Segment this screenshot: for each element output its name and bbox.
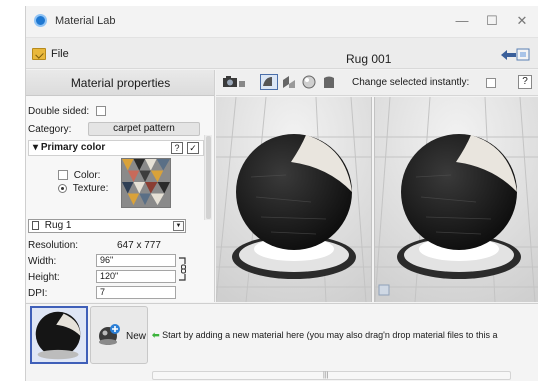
material-thumbnail-rug-001[interactable] bbox=[30, 306, 88, 364]
material-lab-icon bbox=[34, 14, 47, 27]
hint-text: Start by adding a new material here (you… bbox=[162, 330, 498, 340]
material-properties-panel: Material properties Double sided: Catego… bbox=[26, 70, 215, 302]
primary-color-title: ▾ Primary color bbox=[33, 142, 106, 153]
sphere-icon[interactable] bbox=[302, 75, 316, 89]
material-library-bar: New ⬅ Start by adding a new material her… bbox=[26, 303, 538, 381]
width-label: Width: bbox=[28, 256, 57, 267]
arrow-left-icon: ⬅ bbox=[152, 330, 160, 340]
resolution-label: Resolution: bbox=[28, 240, 79, 251]
link-chain-icon[interactable] bbox=[178, 256, 188, 282]
category-button[interactable]: carpet pattern bbox=[88, 122, 200, 136]
category-label: Category: bbox=[28, 124, 72, 135]
color-option-row[interactable]: Color: bbox=[58, 170, 100, 181]
light-icon[interactable] bbox=[322, 75, 336, 89]
window-title: Material Lab bbox=[55, 15, 116, 27]
folder-open-icon bbox=[32, 48, 46, 60]
primary-color-help-button[interactable]: ? bbox=[171, 142, 183, 154]
render-viewport-right[interactable] bbox=[375, 97, 538, 302]
document-title: Rug 001 bbox=[346, 52, 392, 66]
camera-icon[interactable] bbox=[222, 75, 246, 89]
double-sided-checkbox[interactable] bbox=[95, 106, 106, 117]
chevron-down-icon[interactable]: ▼ bbox=[173, 221, 184, 231]
material-properties-header: Material properties bbox=[26, 70, 214, 96]
texture-radio[interactable] bbox=[58, 183, 67, 193]
height-field[interactable]: 120" bbox=[96, 270, 176, 283]
render-help-button[interactable]: ? bbox=[518, 75, 532, 89]
primary-color-apply-button[interactable]: ✓ bbox=[187, 142, 199, 154]
new-material-icon bbox=[99, 324, 120, 345]
wall-icon[interactable] bbox=[282, 75, 296, 89]
file-menu[interactable]: File bbox=[32, 46, 69, 62]
texture-option-row[interactable]: Texture: bbox=[58, 183, 108, 194]
texture-doc-icon bbox=[32, 220, 39, 230]
double-sided-row: Double sided: bbox=[28, 106, 106, 117]
color-option-label: Color: bbox=[73, 170, 101, 181]
double-sided-label: Double sided: bbox=[28, 106, 90, 117]
close-button[interactable]: ✕ bbox=[511, 12, 533, 30]
width-field[interactable]: 96" bbox=[96, 254, 176, 267]
library-scrollbar-grip[interactable]: ||| bbox=[323, 372, 328, 379]
render-viewport-left[interactable] bbox=[216, 97, 371, 302]
change-instantly-label: Change selected instantly: bbox=[352, 77, 470, 88]
change-instantly-checkbox[interactable] bbox=[486, 78, 496, 88]
new-material-button[interactable]: New bbox=[90, 306, 148, 364]
resize-grip-icon bbox=[378, 284, 390, 296]
backdrop-icon[interactable] bbox=[260, 74, 278, 90]
library-scrollbar[interactable]: ||| bbox=[152, 371, 511, 380]
menu-bar: File Rug 001 bbox=[26, 37, 538, 69]
color-checkbox[interactable] bbox=[58, 170, 68, 181]
new-material-label: New bbox=[126, 331, 147, 342]
texture-select-value: Rug 1 bbox=[44, 220, 72, 231]
texture-select[interactable]: Rug 1 ▼ bbox=[28, 219, 186, 233]
swap-arrows-icon[interactable] bbox=[499, 47, 531, 63]
dpi-label: DPI: bbox=[28, 288, 48, 299]
texture-swatch[interactable] bbox=[121, 158, 171, 208]
minimize-button[interactable]: — bbox=[451, 12, 473, 30]
dpi-field[interactable]: 7 bbox=[96, 286, 176, 299]
hint-row: ⬅ Start by adding a new material here (y… bbox=[152, 330, 497, 341]
material-lab-window: Material Lab — ☐ ✕ File Rug 001 Material… bbox=[25, 6, 538, 381]
primary-color-section-header[interactable]: ▾ Primary color ? ✓ bbox=[28, 140, 204, 156]
properties-scrollbar-thumb[interactable] bbox=[206, 136, 211, 219]
texture-option-label: Texture: bbox=[72, 183, 109, 194]
maximize-button[interactable]: ☐ bbox=[481, 12, 503, 30]
render-toolbar: Change selected instantly: ? bbox=[216, 70, 538, 96]
properties-scrollbar[interactable] bbox=[204, 135, 212, 220]
file-menu-label: File bbox=[51, 48, 69, 60]
title-bar: Material Lab — ☐ ✕ bbox=[26, 6, 538, 36]
resolution-value: 647 x 777 bbox=[117, 240, 161, 251]
height-label: Height: bbox=[28, 272, 60, 283]
